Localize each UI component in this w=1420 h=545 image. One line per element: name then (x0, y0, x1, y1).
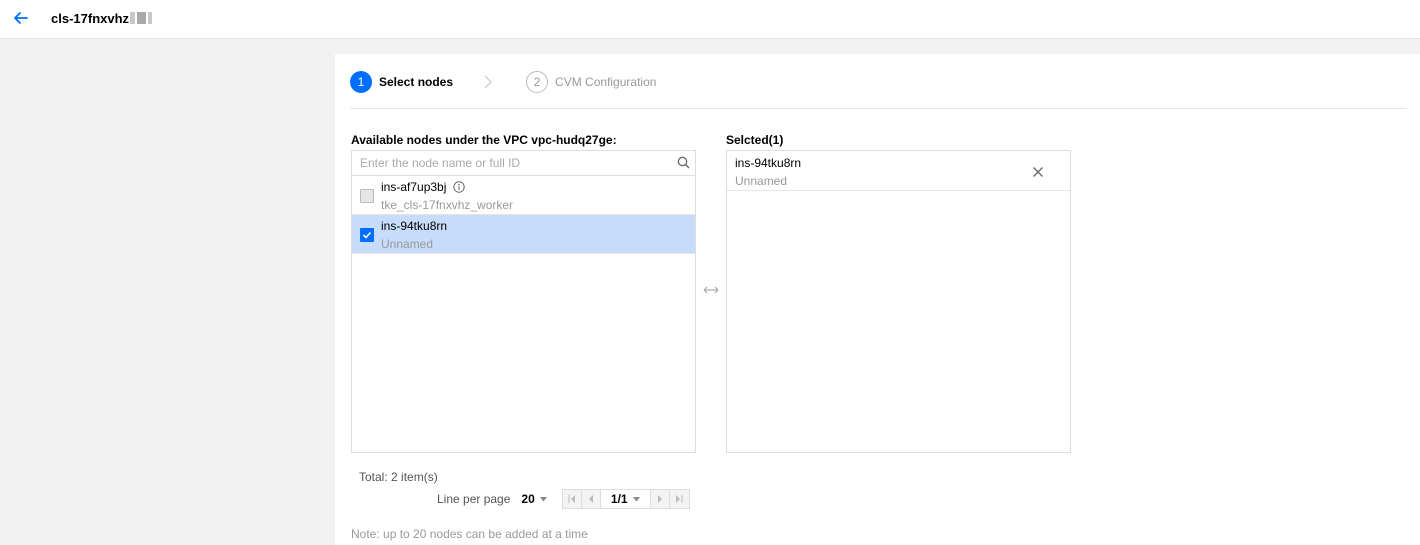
page-select[interactable]: 1/1 (600, 490, 651, 508)
node-checkbox-checked[interactable] (360, 228, 374, 242)
per-page-label: Line per page (437, 492, 511, 506)
selected-nodes-title: Selcted(1) (726, 133, 784, 147)
next-page-icon[interactable] (650, 490, 670, 508)
node-search-input[interactable] (352, 151, 695, 175)
chevron-right-icon (483, 75, 493, 89)
node-name: tke_cls-17fnxvhz_worker (381, 198, 514, 212)
step-2-number: 2 (526, 71, 549, 93)
limit-note: Note: up to 20 nodes can be added at a t… (351, 527, 588, 541)
per-page-select[interactable]: 20 (521, 492, 547, 506)
selected-node-name: Unnamed (735, 174, 788, 188)
per-page-value: 20 (521, 492, 535, 506)
last-page-icon[interactable] (669, 490, 689, 508)
top-bar: cls-17fnxvhz (0, 0, 1420, 39)
caret-down-icon (539, 496, 547, 501)
prev-page-icon[interactable] (581, 490, 601, 508)
transfer-arrow-icon (701, 283, 721, 297)
page-title: cls-17fnxvhz (51, 11, 130, 26)
pagination: Line per page 20 1/1 (437, 489, 690, 509)
back-arrow-icon[interactable] (12, 9, 30, 27)
step-1-label: Select nodes (379, 75, 454, 89)
first-page-icon[interactable] (562, 490, 582, 508)
total-count: Total: 2 item(s) (359, 470, 438, 484)
divider (350, 108, 1407, 109)
node-id: ins-af7up3bj (381, 180, 447, 194)
remove-node-close-icon[interactable] (1032, 166, 1044, 178)
redacted-label (130, 12, 158, 25)
step-indicator: 1 Select nodes 2 CVM Configuration (350, 70, 656, 94)
available-nodes-title: Available nodes under the VPC vpc-hudq27… (351, 133, 617, 147)
available-nodes-list: ins-af7up3bj tke_cls-17fnxvhz_worker ins… (351, 150, 696, 453)
node-name: Unnamed (381, 237, 434, 251)
step-1-number: 1 (350, 71, 372, 93)
node-id: ins-94tku8rn (381, 219, 448, 233)
node-checkbox-disabled (360, 189, 374, 203)
selected-node-row: ins-94tku8rn Unnamed (727, 151, 1070, 191)
main-panel: 1 Select nodes 2 CVM Configuration Avail… (335, 54, 1420, 545)
page-indicator: 1/1 (610, 492, 628, 506)
node-search (352, 151, 695, 176)
node-row-selected[interactable]: ins-94tku8rn Unnamed (352, 215, 695, 254)
selected-node-id: ins-94tku8rn (735, 156, 802, 170)
node-row-disabled: ins-af7up3bj tke_cls-17fnxvhz_worker (352, 176, 695, 215)
page-controls: 1/1 (561, 489, 690, 509)
search-icon[interactable] (677, 156, 690, 169)
caret-down-icon (632, 496, 640, 501)
step-2-label: CVM Configuration (555, 75, 657, 89)
selected-nodes-list: ins-94tku8rn Unnamed (726, 150, 1071, 453)
info-icon[interactable] (453, 181, 465, 193)
